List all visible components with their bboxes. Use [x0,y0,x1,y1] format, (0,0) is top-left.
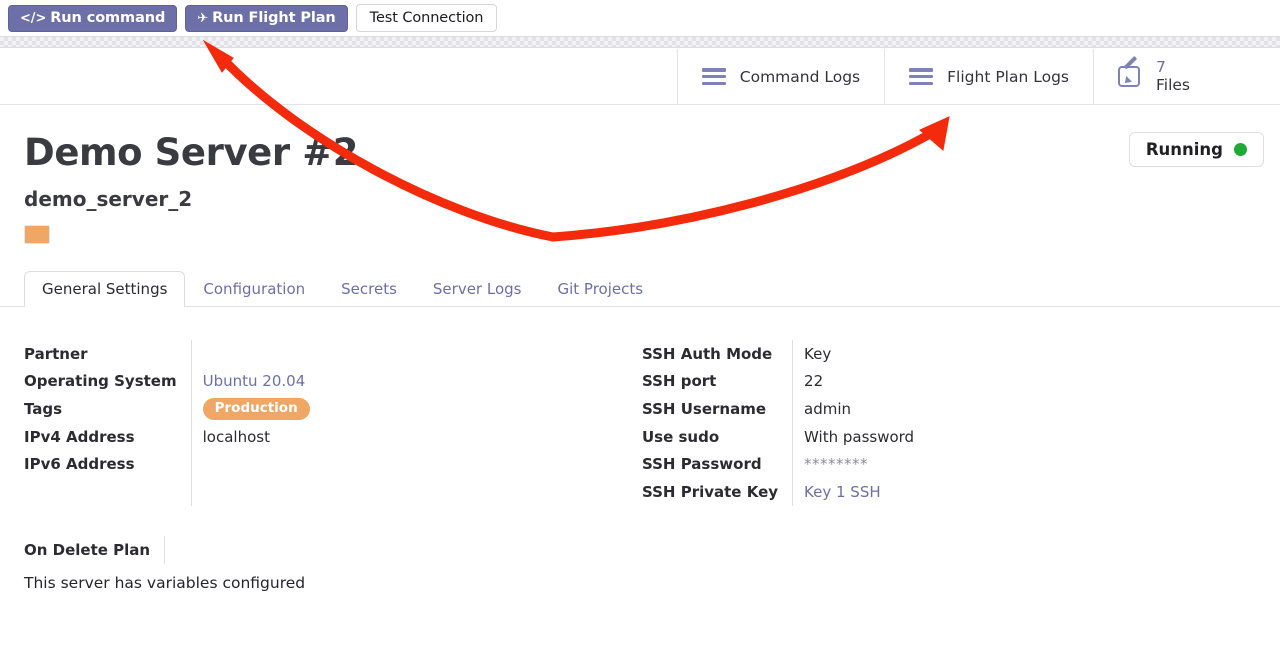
tab-server-logs[interactable]: Server Logs [415,271,540,307]
detail-value: 22 [804,372,824,391]
files-count: 7 [1155,58,1166,77]
detail-value: Key [804,344,832,363]
detail-value: admin [804,399,852,418]
detail-value: localhost [202,427,270,446]
run-flight-plan-button[interactable]: ✈ Run Flight Plan [185,4,348,32]
detail-label: IPv6 Address [24,455,135,474]
detail-value: Production [202,395,310,423]
transparency-strip [0,36,1280,48]
status-badge[interactable]: Running [1128,132,1264,167]
files-label: Files [1155,75,1190,94]
page-header: Demo Server #2 demo_server_2 Running [0,105,1280,244]
detail-label: IPv4 Address [24,427,135,446]
flight-plan-logs-label: Flight Plan Logs [947,67,1069,86]
files-button[interactable]: 7 Files [1092,49,1280,104]
tab-label: Configuration [203,280,306,298]
detail-value [203,450,310,478]
tab-label: Git Projects [557,280,644,298]
detail-value [203,340,310,368]
airplane-icon: ✈ [197,10,209,26]
details-section: Partner Operating System Tags IPv4 Address I… [0,340,1280,506]
detail-value: ******** [804,455,869,474]
run-flight-plan-label: Run Flight Plan [212,10,336,26]
details-column-right: SSH Auth Mode SSH port SSH Username Use sud… [642,340,1162,506]
on-delete-plan-values [164,536,188,564]
variables-note: This server has variables configured [24,574,306,592]
pencil-square-icon [1117,55,1144,89]
detail-label: SSH Auth Mode [642,344,773,363]
tab-bar: General Settings Configuration Secrets Serv… [0,271,1280,307]
tab-secrets[interactable]: Secrets [323,271,415,307]
on-delete-plan-label: On Delete Plan [24,541,151,559]
hamburger-icon [701,68,726,85]
detail-label: SSH Password [642,455,762,474]
on-delete-plan-labels: On Delete Plan [24,536,164,564]
status-label: Running [1145,140,1223,159]
detail-label: Tags [24,399,63,418]
details-right-values: Key 22 admin With password ******** Key 1 SSH [792,340,914,506]
logs-bar: Command Logs Flight Plan Logs 7 Files [0,49,1280,105]
tab-general-settings[interactable]: General Settings [24,271,186,307]
tab-label: Server Logs [432,280,522,298]
test-connection-label: Test Connection [369,10,484,26]
server-color-swatch [24,225,50,244]
test-connection-button[interactable]: Test Connection [355,4,498,32]
tab-label: General Settings [42,280,168,298]
detail-label: Partner [24,344,88,363]
tab-configuration[interactable]: Configuration [185,271,323,307]
command-logs-button[interactable]: Command Logs [676,49,884,104]
detail-value: With password [804,427,915,446]
detail-label: Use sudo [642,427,720,446]
tab-git-projects[interactable]: Git Projects [539,271,661,307]
on-delete-plan-block: On Delete Plan [24,536,188,564]
run-command-label: Run command [50,10,166,26]
status-dot-icon [1234,143,1247,156]
page-subtitle: demo_server_2 [24,187,193,211]
details-left-labels: Partner Operating System Tags IPv4 Address I… [24,340,191,506]
command-logs-label: Command Logs [739,67,861,86]
detail-value[interactable]: Key 1 SSH [804,478,914,506]
flight-plan-logs-button[interactable]: Flight Plan Logs [884,49,1093,104]
code-icon: </> [20,10,47,26]
detail-label: Operating System [24,372,177,391]
files-text: 7 Files [1155,58,1190,94]
detail-label: SSH Username [642,399,766,418]
detail-label: SSH Private Key [642,482,779,501]
action-toolbar: </> Run command ✈ Run Flight Plan Test C… [0,0,1280,36]
detail-value[interactable]: Ubuntu 20.04 [203,368,310,396]
tab-label: Secrets [341,280,397,298]
tag-pill: Production [202,398,310,420]
detail-label: SSH port [642,372,717,391]
on-delete-plan-value [176,536,188,564]
details-left-values: Ubuntu 20.04 Production localhost [190,340,310,506]
page-title: Demo Server #2 [24,131,359,174]
run-command-button[interactable]: </> Run command [8,4,178,32]
hamburger-icon [909,68,934,85]
details-right-labels: SSH Auth Mode SSH port SSH Username Use sud… [642,340,792,506]
details-column-left: Partner Operating System Tags IPv4 Address I… [24,340,642,506]
